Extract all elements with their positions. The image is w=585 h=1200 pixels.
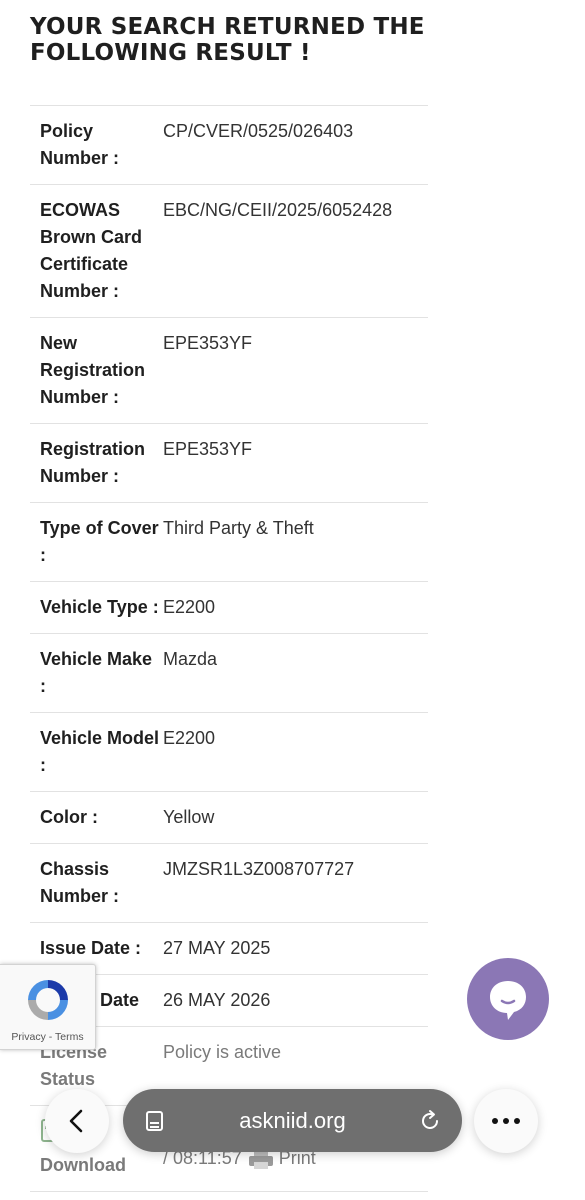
tabs-icon[interactable] xyxy=(143,1109,167,1133)
row-value: EPE353YF xyxy=(163,439,253,459)
table-row: Vehicle Make : Mazda xyxy=(30,633,428,712)
row-value: Mazda xyxy=(163,649,218,669)
row-label: New Registration Number : xyxy=(40,333,146,407)
row-value: 27 MAY 2025 xyxy=(163,938,271,958)
chat-button[interactable] xyxy=(467,958,549,1040)
row-label: Vehicle Make : xyxy=(40,649,153,696)
row-label: Vehicle Type : xyxy=(40,597,159,617)
recaptcha-links: Privacy - Terms xyxy=(0,1031,95,1043)
row-value: Third Party & Theft xyxy=(163,518,314,538)
chevron-left-icon xyxy=(69,1109,83,1133)
back-button[interactable] xyxy=(45,1089,109,1153)
reload-icon[interactable] xyxy=(418,1109,442,1133)
table-row: Vehicle Type : E2200 xyxy=(30,581,428,633)
row-value: E2200 xyxy=(163,728,216,748)
recaptcha-logo-icon xyxy=(28,980,68,1020)
chat-bubble-icon xyxy=(490,981,526,1020)
table-row: Type of Cover : Third Party & Theft xyxy=(30,502,428,581)
more-icon xyxy=(492,1118,520,1124)
row-label: ECOWAS Brown Card Certificate Number : xyxy=(40,200,143,301)
row-label: Type of Cover : xyxy=(40,518,159,565)
url-text[interactable]: askniid.org xyxy=(167,1108,418,1134)
more-button[interactable] xyxy=(474,1089,538,1153)
privacy-link[interactable]: Privacy xyxy=(11,1031,45,1043)
row-value: EPE353YF xyxy=(163,333,253,353)
table-row: New Registration Number : EPE353YF xyxy=(30,317,428,423)
recaptcha-badge[interactable]: Privacy - Terms xyxy=(0,964,96,1050)
row-value: Yellow xyxy=(163,807,215,827)
link-separator: - xyxy=(45,1031,55,1043)
row-label: Chassis Number : xyxy=(40,859,120,906)
address-bar[interactable]: askniid.org xyxy=(123,1089,462,1152)
table-row: Color : Yellow xyxy=(30,791,428,843)
row-value: CP/CVER/0525/026403 xyxy=(163,121,354,141)
table-row: Policy Number : CP/CVER/0525/026403 xyxy=(30,105,428,184)
browser-toolbar: askniid.org xyxy=(0,1080,585,1200)
row-value: EBC/NG/CEII/2025/6052428 xyxy=(163,200,393,220)
table-row: Vehicle Model : E2200 xyxy=(30,712,428,791)
table-row: Chassis Number : JMZSR1L3Z008707727 xyxy=(30,843,428,922)
row-label: Policy Number : xyxy=(40,121,120,168)
row-label: Vehicle Model : xyxy=(40,728,160,775)
row-value: 26 MAY 2026 xyxy=(163,990,271,1010)
row-label: Color : xyxy=(40,807,98,827)
page-title: YOUR SEARCH RETURNED THE FOLLOWING RESUL… xyxy=(30,14,425,66)
table-row: Registration Number : EPE353YF xyxy=(30,423,428,502)
terms-link[interactable]: Terms xyxy=(55,1031,84,1043)
row-value: JMZSR1L3Z008707727 xyxy=(163,859,355,879)
row-label: Registration Number : xyxy=(40,439,146,486)
table-row: ECOWAS Brown Card Certificate Number : E… xyxy=(30,184,428,317)
row-value: E2200 xyxy=(163,597,216,617)
